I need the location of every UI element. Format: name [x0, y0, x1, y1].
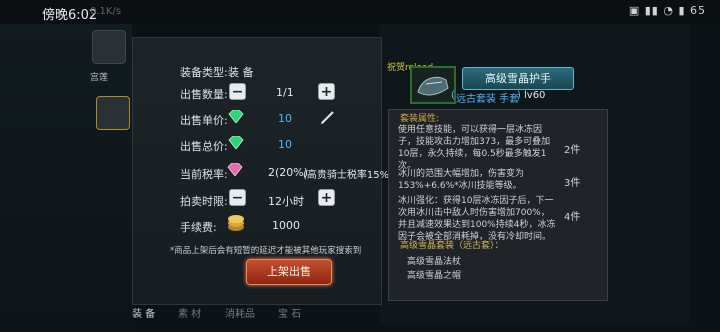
tab-gems[interactable]: 宝 石 — [278, 305, 301, 320]
item-thumbnail — [410, 66, 456, 104]
set-bonus-2-desc: 使用任意技能，可以获得一层冰冻因子，技能攻击力增加373，最多可叠加10层，永久… — [398, 125, 551, 171]
edit-pen-icon[interactable] — [319, 109, 336, 126]
item-set-line: 远古套装 手套 — [456, 94, 520, 105]
unit-price-value: 10 — [278, 112, 292, 125]
inventory-slot-item[interactable] — [96, 96, 130, 130]
set-section-title: 套装属性: — [400, 114, 440, 124]
set-bracket-close: ) — [517, 90, 521, 101]
fee-label: 手续费: — [180, 221, 217, 234]
tax-label: 当前税率: — [180, 168, 228, 181]
pink-gem-icon — [227, 163, 243, 176]
qty-label: 出售数量: — [180, 88, 228, 101]
item-level: lv60 — [524, 90, 546, 101]
set-bonus-4-desc: 冰川强化：获得10层冰冻因子后，下一次用冰川击中敌人时伤害增加700%，并且减速… — [398, 196, 556, 242]
fee-value: 1000 — [272, 219, 300, 232]
duration-plus-button[interactable]: + — [318, 189, 335, 206]
item-name-button[interactable]: 高级雪晶护手 — [462, 67, 574, 90]
total-price-label: 出售总价: — [180, 140, 228, 153]
qty-minus-button[interactable]: − — [229, 83, 246, 100]
listing-note: *商品上架后会有短暂的延迟才能被其他玩家搜索到 — [170, 246, 362, 256]
set-bonus-2-count: 2件 — [564, 145, 581, 156]
status-indicators: ▣ ▮▮ ◔ ▮ 65 — [628, 4, 706, 17]
tax-note: (高贵骑士税率15%) — [303, 170, 394, 181]
equip-type-value: 装 备 — [228, 66, 254, 79]
qty-value: 1/1 — [276, 86, 294, 99]
list-for-sale-button[interactable]: 上架出售 — [246, 259, 332, 285]
status-time: 傍晚6:02 — [42, 8, 98, 23]
gold-coin-icon — [228, 215, 244, 231]
set-bracket-open: ( — [451, 90, 455, 101]
avatar[interactable] — [92, 30, 126, 64]
equip-type-label: 装备类型: — [180, 66, 228, 79]
set-item: 高级雪晶法杖 — [407, 257, 462, 267]
set-bonus-3-desc: 冰川的范围大幅增加，伤害变为153%+6.6%*冰川技能等级。 — [398, 169, 525, 191]
set-bonus-4-count: 4件 — [564, 212, 581, 223]
set-item: 高级雪晶之帽 — [407, 271, 462, 281]
status-network-speed: 0.1K/s — [90, 6, 122, 17]
duration-value: 12小时 — [268, 195, 304, 208]
total-price-value: 10 — [278, 138, 292, 151]
qty-plus-button[interactable]: + — [318, 83, 335, 100]
tab-materials[interactable]: 素 材 — [178, 305, 201, 320]
set-bonus-3-count: 3件 — [564, 178, 581, 189]
gem-icon — [228, 136, 244, 149]
tab-consumables[interactable]: 消耗品 — [225, 305, 255, 320]
gem-icon — [228, 110, 244, 123]
left-name-label: 宫莲 — [90, 73, 109, 83]
left-inventory-strip — [0, 24, 132, 332]
duration-minus-button[interactable]: − — [229, 189, 246, 206]
tab-equipment[interactable]: 装 备 — [132, 305, 155, 320]
duration-label: 拍卖时限: — [180, 195, 228, 208]
set-title: 高级雪晶套装（远古套）： — [400, 241, 504, 251]
unit-price-label: 出售单价: — [180, 114, 228, 127]
gauntlet-icon — [417, 76, 449, 96]
